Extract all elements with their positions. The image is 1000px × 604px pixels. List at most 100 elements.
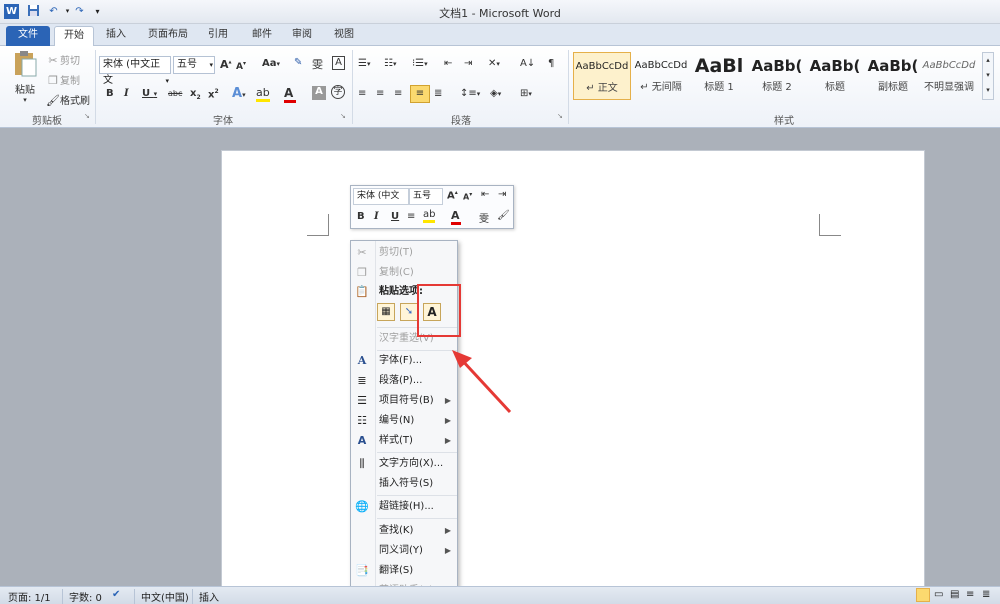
distributed-icon[interactable]: ≣ [434,88,442,99]
clipboard-launcher-icon[interactable]: ↘ [84,112,90,120]
menu-item-translate[interactable]: 📑 翻译(S) [351,561,457,581]
tab-insert[interactable]: 插入 [98,26,134,46]
mini-format-painter-icon[interactable]: 🖌 [497,210,510,221]
menu-item-insert-symbol[interactable]: 插入符号(S) [351,474,457,494]
menu-item-hyperlink[interactable]: 🌐 超链接(H)... [351,497,457,517]
styles-scroll[interactable]: ▴ ▾ ▾ [982,52,994,100]
font-name-select[interactable]: 宋体 (中文正文 ▾ [99,56,171,86]
style-normal[interactable]: AaBbCcDd ↵ 正文 [573,52,631,100]
grow-font-button[interactable]: A▴ [220,58,232,71]
menu-item-text-direction[interactable]: ⫼ 文字方向(X)... [351,454,457,474]
mini-font-size-select[interactable]: 五号 [409,188,443,205]
mini-bold-icon[interactable]: B [357,211,365,222]
proofing-icon[interactable]: ✔ [112,589,120,600]
menu-item-cut[interactable]: ✂ 剪切(T) [351,243,457,263]
superscript-icon[interactable]: x2 [208,88,219,100]
mini-center-icon[interactable]: ≡ [407,211,415,222]
merge-formatting-icon[interactable]: ➘ [400,303,418,321]
mini-increase-indent-icon[interactable]: ⇥ [498,189,506,200]
change-case-button[interactable]: Aa▾ [262,58,280,69]
align-left-icon[interactable]: ≡ [358,88,366,99]
style-title[interactable]: AaBb( 标题 [806,52,864,100]
strikethrough-icon[interactable]: abc [168,89,182,98]
font-color-icon[interactable]: A [284,86,296,103]
phonetic-guide-icon[interactable]: 雯 [312,56,323,72]
mini-font-name-select[interactable]: 宋体 (中文 [353,188,409,205]
style-heading-1[interactable]: AaBl 标题 1 [690,52,748,100]
line-spacing-icon[interactable]: ↕≡▾ [460,88,480,99]
align-right-icon[interactable]: ≡ [394,88,402,99]
paste-button[interactable]: 粘贴 ▾ [10,50,40,104]
font-size-select[interactable]: 五号 ▾ [173,56,215,74]
page-count[interactable]: 页面: 1/1 [8,589,51,604]
style-heading-2[interactable]: AaBb( 标题 2 [748,52,806,100]
underline-icon[interactable]: U ▾ [142,88,157,99]
language-indicator[interactable]: 中文(中国) [134,589,189,604]
paste-dropdown-icon[interactable]: ▾ [10,96,40,104]
font-launcher-icon[interactable]: ↘ [340,112,346,120]
menu-item-copy[interactable]: ❐ 复制(C) [351,263,457,283]
mini-phonetic-icon[interactable]: 雯 [479,210,489,225]
mini-highlight-icon[interactable]: ab [423,209,435,223]
mini-font-color-icon[interactable]: A [451,209,461,225]
character-border-icon[interactable]: A [332,56,345,70]
tab-view[interactable]: 视图 [326,26,362,46]
mini-underline-icon[interactable]: U [391,211,399,222]
tab-page-layout[interactable]: 页面布局 [142,26,194,46]
tab-review[interactable]: 审阅 [284,26,320,46]
decrease-indent-icon[interactable]: ⇤ [444,58,452,69]
clear-format-icon[interactable]: ✎ [294,57,302,68]
show-formatting-icon[interactable]: ¶ [548,58,554,69]
shrink-font-button[interactable]: A▾ [236,60,246,72]
insert-mode[interactable]: 插入 [192,589,219,604]
sort-icon[interactable]: A↓ [520,58,535,69]
text-effects-icon[interactable]: A▾ [232,86,246,101]
document-page[interactable] [221,150,925,590]
mini-grow-font-icon[interactable]: A▴ [447,189,458,201]
chinese-layout-icon[interactable]: ✕▾ [488,58,500,69]
menu-item-synonyms[interactable]: 同义词(Y) ▶ [351,541,457,561]
shading-icon[interactable]: ◈▾ [490,88,501,99]
keep-source-formatting-icon[interactable]: ▦ [377,303,395,321]
mini-shrink-font-icon[interactable]: A▾ [463,191,472,202]
style-subtitle[interactable]: AaBb( 副标题 [864,52,922,100]
character-shading-icon[interactable]: A [312,86,326,100]
full-screen-view-icon[interactable]: ▭ [934,589,943,600]
highlight-icon[interactable]: ab [256,86,270,102]
bullets-icon[interactable]: ☰▾ [358,58,370,69]
web-layout-view-icon[interactable]: ▤ [950,589,959,600]
subscript-icon[interactable]: x2 [190,88,201,101]
cut-button[interactable]: ✂ 剪切 [46,52,80,68]
bold-icon[interactable]: B [106,88,114,99]
draft-view-icon[interactable]: ≣ [982,589,990,600]
copy-button[interactable]: ❐ 复制 [46,72,80,88]
mini-decrease-indent-icon[interactable]: ⇤ [481,189,489,200]
style-subtle-emphasis[interactable]: AaBbCcDd 不明显强调 [920,52,978,100]
paragraph-launcher-icon[interactable]: ↘ [557,112,563,120]
outline-view-icon[interactable]: ≡ [966,589,974,600]
increase-indent-icon[interactable]: ⇥ [464,58,472,69]
numbering-icon[interactable]: ☷▾ [384,58,396,69]
multilevel-list-icon[interactable]: ⁝☰▾ [412,58,428,69]
align-center-icon[interactable]: ≡ [376,88,384,99]
paragraph-group-label: 段落 [451,116,471,127]
justify-icon[interactable]: ≡ [410,85,430,103]
tab-file[interactable]: 文件 [6,26,50,46]
style-name: 标题 1 [704,82,734,93]
group-separator [568,50,569,124]
tab-references[interactable]: 引用 [200,26,236,46]
style-name: 副标题 [878,82,908,93]
word-count[interactable]: 字数: 0 [62,589,102,604]
styles-icon: A [357,434,367,447]
menu-item-find[interactable]: 查找(K) ▶ [351,521,457,541]
tab-mailings[interactable]: 邮件 [244,26,280,46]
borders-icon[interactable]: ⊞▾ [520,88,532,99]
tab-home[interactable]: 开始 [54,26,94,46]
mini-italic-icon[interactable]: I [374,211,379,222]
style-no-spacing[interactable]: AaBbCcDd ↵ 无间隔 [632,52,690,100]
enclose-characters-icon[interactable]: 字 [331,85,345,99]
italic-icon[interactable]: I [124,88,129,99]
menu-item-styles[interactable]: A 样式(T) ▶ [351,431,457,451]
print-layout-view-icon[interactable] [916,588,930,602]
format-painter-button[interactable]: 🖌格式刷 [46,92,90,108]
